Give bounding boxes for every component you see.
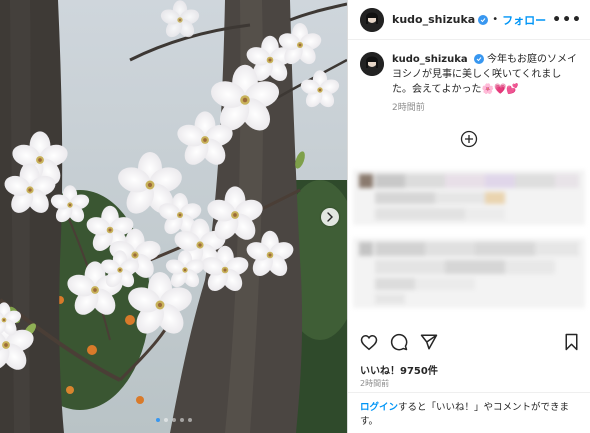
bookmark-icon: [565, 333, 578, 351]
caption-time: 2時間前: [392, 103, 425, 113]
post-photo[interactable]: [0, 0, 347, 433]
carousel-dot: [171, 418, 176, 422]
caption-body: kudo_shizuka 今年もお庭のソメイヨシノが見事に美しく咲いてくれました…: [392, 52, 578, 116]
blurred-comment: [353, 238, 585, 312]
post-timestamp[interactable]: 2時間前: [360, 378, 389, 389]
username-link[interactable]: kudo_shizuka: [392, 13, 475, 26]
profile-photo-icon: [360, 7, 384, 32]
carousel-indicator: [0, 418, 347, 422]
header-separator: •: [492, 14, 499, 25]
avatar[interactable]: [360, 52, 384, 76]
verified-badge-icon: [478, 14, 489, 25]
more-options-button[interactable]: •••: [552, 12, 582, 28]
login-link[interactable]: ログイン: [360, 402, 398, 413]
follow-button[interactable]: フォロー: [502, 12, 546, 28]
post-header: kudo_shizuka • フォロー •••: [348, 0, 590, 40]
carousel-dot: [187, 418, 192, 422]
login-prompt: ログインすると「いいね！」やコメントができます。: [348, 392, 590, 433]
share-button[interactable]: [420, 333, 438, 351]
like-count[interactable]: いいね！9750件: [360, 362, 438, 377]
carousel-dot: [179, 418, 184, 422]
like-button[interactable]: [360, 334, 378, 351]
caption: kudo_shizuka 今年もお庭のソメイヨシノが見事に美しく咲いてくれました…: [348, 40, 590, 116]
carousel-dot: [155, 418, 160, 422]
profile-photo-icon: [360, 52, 384, 76]
heart-icon: [360, 334, 378, 350]
carousel-next-button[interactable]: [321, 208, 339, 226]
caption-username[interactable]: kudo_shizuka: [392, 54, 468, 65]
comment-button[interactable]: [390, 333, 408, 351]
save-button[interactable]: [564, 333, 579, 351]
action-bar: [348, 330, 590, 354]
plus-circle-icon: [460, 130, 478, 148]
cherry-blossom-image: [0, 0, 347, 433]
load-more-comments[interactable]: [348, 130, 590, 148]
paper-plane-icon: [420, 334, 438, 350]
post-side-panel: kudo_shizuka • フォロー ••• kudo_shizuka 今年も…: [347, 0, 590, 433]
chevron-right-icon: [327, 212, 333, 222]
blurred-comment: [353, 170, 585, 229]
avatar[interactable]: [360, 7, 384, 32]
verified-badge-icon: [473, 54, 484, 64]
carousel-dot: [163, 418, 168, 422]
comment-icon: [390, 333, 408, 351]
